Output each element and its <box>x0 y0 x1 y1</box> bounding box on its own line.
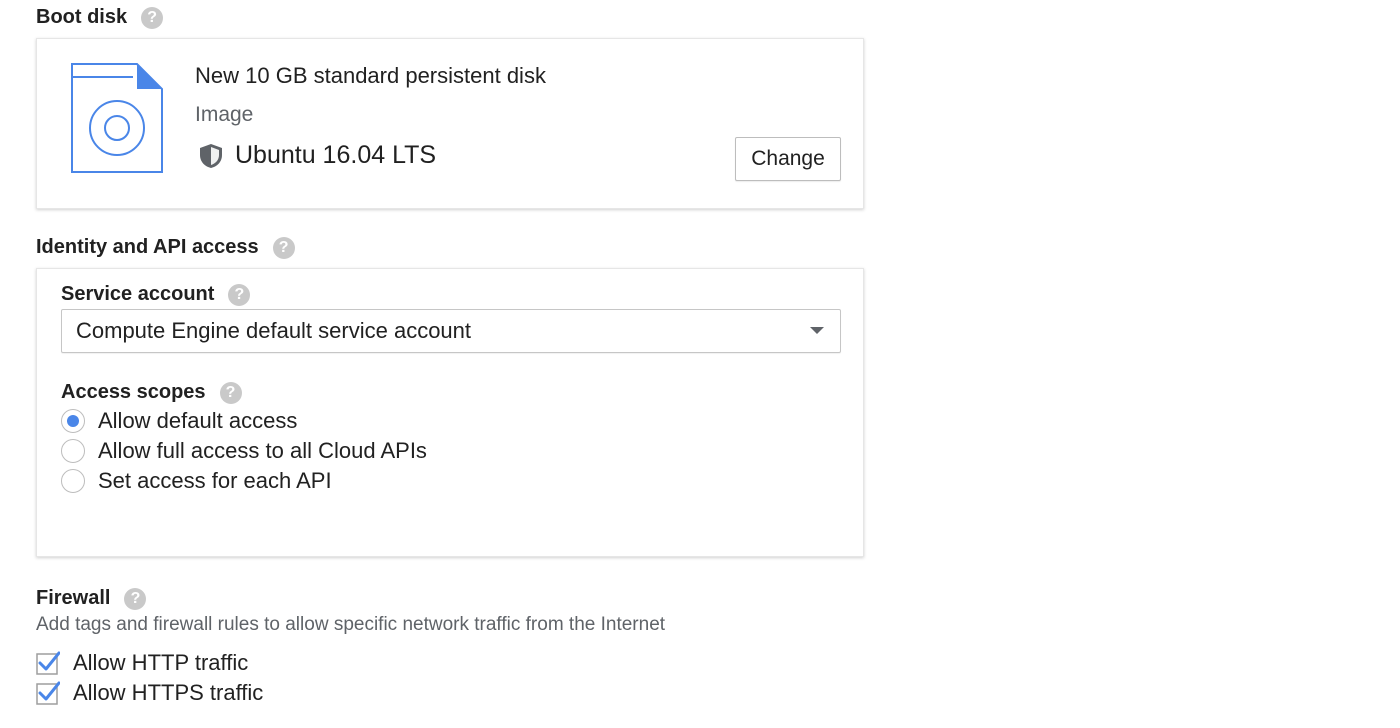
scope-option-full[interactable]: Allow full access to all Cloud APIs <box>61 438 427 464</box>
radio-button[interactable] <box>61 439 85 463</box>
scope-option-each-api[interactable]: Set access for each API <box>61 468 332 494</box>
identity-heading: Identity and API access ? <box>36 236 295 259</box>
access-scopes-heading: Access scopes ? <box>61 381 242 404</box>
help-icon[interactable]: ? <box>219 381 242 404</box>
firewall-description: Add tags and firewall rules to allow spe… <box>36 614 666 635</box>
help-icon[interactable]: ? <box>228 283 251 306</box>
vm-config-page: Boot disk ? New 10 GB standard persisten… <box>0 0 1400 728</box>
scope-option-default[interactable]: Allow default access <box>61 408 297 434</box>
boot-disk-card: New 10 GB standard persistent disk Image… <box>36 38 864 209</box>
checkbox-label: Allow HTTP traffic <box>73 650 249 675</box>
https-traffic-option[interactable]: Allow HTTPS traffic <box>36 680 263 706</box>
radio-label: Allow default access <box>98 408 298 433</box>
help-icon[interactable]: ? <box>141 6 164 29</box>
disk-name: New 10 GB standard persistent disk <box>195 63 546 88</box>
shield-icon <box>200 143 222 168</box>
identity-title: Identity and API access <box>36 236 259 258</box>
image-label: Image <box>195 103 254 126</box>
os-name: Ubuntu 16.04 LTS <box>235 141 437 169</box>
boot-disk-title: Boot disk <box>36 6 128 28</box>
identity-card: Service account ? Compute Engine default… <box>36 268 864 557</box>
radio-label: Set access for each API <box>98 468 332 493</box>
service-account-label: Service account <box>61 283 215 305</box>
service-account-heading: Service account ? <box>61 283 251 306</box>
checkbox-label: Allow HTTPS traffic <box>73 680 264 705</box>
radio-button[interactable] <box>61 469 85 493</box>
firewall-title: Firewall <box>36 587 111 609</box>
change-button[interactable]: Change <box>735 137 841 181</box>
checkbox-checked-icon[interactable] <box>36 651 60 675</box>
radio-label: Allow full access to all Cloud APIs <box>98 438 427 463</box>
service-account-select[interactable]: Compute Engine default service account <box>61 309 841 353</box>
help-icon[interactable]: ? <box>272 236 295 259</box>
os-row: Ubuntu 16.04 LTS <box>199 141 436 170</box>
radio-button[interactable] <box>61 409 85 433</box>
disk-image-icon <box>71 63 163 173</box>
help-icon[interactable]: ? <box>124 587 147 610</box>
service-account-value: Compute Engine default service account <box>76 318 472 343</box>
checkbox-checked-icon[interactable] <box>36 681 60 705</box>
access-scopes-label: Access scopes <box>61 381 206 403</box>
boot-disk-heading: Boot disk ? <box>36 6 164 29</box>
dropdown-arrow-icon <box>810 327 824 334</box>
http-traffic-option[interactable]: Allow HTTP traffic <box>36 650 248 676</box>
firewall-heading: Firewall ? <box>36 587 147 610</box>
